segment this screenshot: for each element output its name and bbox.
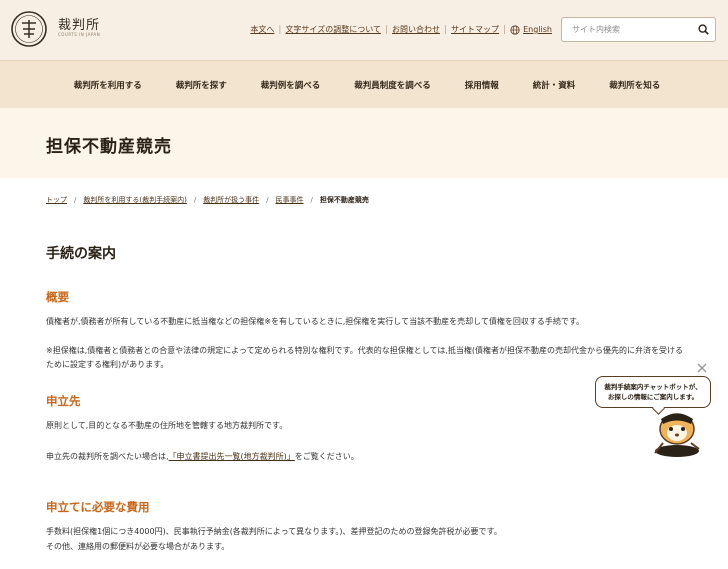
fees-note: その他、連絡用の郵便料が必要な場合があります。 bbox=[46, 542, 230, 551]
section-heading: 手続の案内 bbox=[46, 246, 116, 262]
breadcrumb-use[interactable]: 裁判所を利用する(裁判手続案内) bbox=[83, 195, 186, 205]
close-icon[interactable] bbox=[695, 361, 709, 375]
divider: | bbox=[384, 24, 389, 35]
logo-name[interactable]: 裁判所 bbox=[58, 14, 100, 33]
section-title-overview: 概要 bbox=[46, 290, 69, 304]
util-link-english[interactable]: English bbox=[523, 25, 552, 34]
fees-text: 手数料(担保権1個につき4000円)、民事執行予納金(各裁判所によって異なります… bbox=[46, 527, 502, 536]
chatbot-bubble-line: 裁判手続案内チャットボットが、 bbox=[604, 383, 702, 391]
section-title-fees: 申立てに必要な費用 bbox=[46, 500, 150, 514]
nav-item-recruit[interactable]: 採用情報 bbox=[465, 79, 499, 91]
site-header: 裁判所 COURTS IN JAPAN 本文へ | 文字サイズの調整について |… bbox=[0, 0, 728, 60]
divider: | bbox=[503, 24, 507, 35]
search-input[interactable] bbox=[562, 18, 691, 41]
search-button[interactable] bbox=[691, 18, 715, 41]
mascot-icon[interactable] bbox=[645, 405, 709, 457]
main-content: 手続の案内 bbox=[46, 243, 696, 285]
globe-icon bbox=[510, 24, 520, 35]
global-nav: 裁判所を利用する 裁判所を探す 裁判例を調べる 裁判員制度を調べる 採用情報 統… bbox=[0, 60, 728, 108]
filing-court-list-link[interactable]: 「申立書提出先一覧(地方裁判所)」 bbox=[169, 452, 295, 461]
breadcrumb-separator: / bbox=[266, 196, 269, 204]
breadcrumb: トップ / 裁判所を利用する(裁判手続案内) / 裁判所が扱う事件 / 民事事件… bbox=[46, 195, 369, 205]
util-link-skip[interactable]: 本文へ bbox=[250, 24, 274, 35]
filing-link-text: 申立先の裁判所を調べたい場合は,「申立書提出先一覧(地方裁判所)」をご覧ください… bbox=[46, 450, 359, 464]
nav-item-cases[interactable]: 裁判例を調べる bbox=[261, 79, 321, 91]
breadcrumb-separator: / bbox=[193, 196, 197, 204]
utility-links: 本文へ | 文字サイズの調整について | お問い合わせ | サイトマップ | E… bbox=[250, 24, 552, 35]
nav-item-use[interactable]: 裁判所を利用する bbox=[74, 79, 142, 91]
logo-emblem-icon[interactable] bbox=[10, 10, 48, 48]
breadcrumb-separator: / bbox=[74, 196, 77, 204]
page-title-band: 担保不動産競売 bbox=[0, 108, 728, 178]
section-title-filing: 申立先 bbox=[46, 394, 81, 408]
search-icon bbox=[697, 24, 709, 35]
divider: | bbox=[444, 24, 448, 35]
filing-text: 原則として,目的となる不動産の住所地を管轄する地方裁判所です。 bbox=[46, 421, 288, 430]
logo-subtitle: COURTS IN JAPAN bbox=[58, 32, 101, 37]
nav-item-saibanin[interactable]: 裁判員制度を調べる bbox=[354, 79, 431, 91]
overview-text: 債権者が,債務者が所有している不動産に抵当権などの担保権※を有しているときに,担… bbox=[46, 317, 585, 326]
util-link-sitemap[interactable]: サイトマップ bbox=[451, 24, 499, 35]
chatbot-bubble[interactable]: 裁判手続案内チャットボットが、 お探しの情報にご案内します。 bbox=[595, 376, 711, 408]
breadcrumb-separator: / bbox=[310, 196, 313, 204]
filing-link-prefix: 申立先の裁判所を調べたい場合は, bbox=[46, 452, 169, 461]
breadcrumb-cases[interactable]: 裁判所が扱う事件 bbox=[203, 195, 259, 205]
chatbot-bubble-line: お探しの情報にご案内します。 bbox=[607, 393, 699, 401]
site-search bbox=[561, 17, 716, 42]
nav-item-stats[interactable]: 統計・資料 bbox=[533, 79, 576, 91]
util-link-font-size[interactable]: 文字サイズの調整について bbox=[285, 24, 381, 35]
breadcrumb-current: 担保不動産競売 bbox=[319, 196, 369, 204]
overview-note: ※担保権は,債権者と債務者との合意や法律の規定によって定められる特別な権利です。… bbox=[46, 346, 683, 369]
page-title: 担保不動産競売 bbox=[46, 137, 172, 157]
util-link-contact[interactable]: お問い合わせ bbox=[392, 24, 440, 35]
nav-item-find[interactable]: 裁判所を探す bbox=[176, 79, 227, 91]
breadcrumb-top[interactable]: トップ bbox=[46, 195, 67, 205]
nav-item-about[interactable]: 裁判所を知る bbox=[609, 79, 660, 91]
breadcrumb-civil[interactable]: 民事事件 bbox=[276, 195, 304, 205]
filing-link-suffix: をご覧ください。 bbox=[294, 452, 359, 461]
divider: | bbox=[278, 24, 282, 35]
